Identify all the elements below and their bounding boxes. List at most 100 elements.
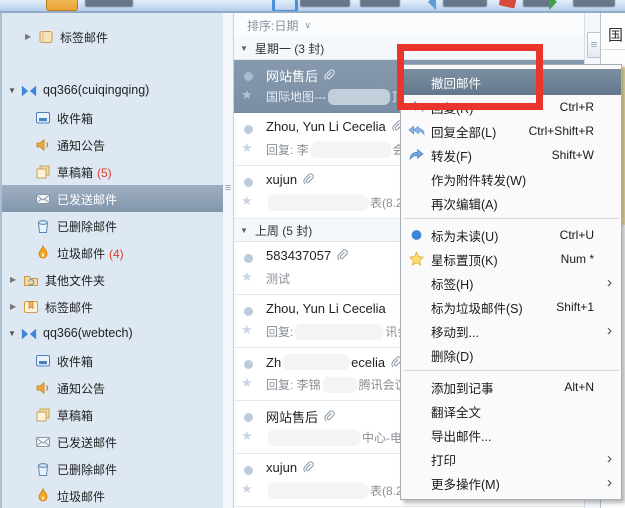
sidebar-item-qq366(cuiqingqing)[interactable]: ▼ qq366(cuiqingqing) (2, 77, 225, 104)
splitter-grip-icon: ≡ (591, 40, 597, 51)
sidebar-item-标签邮件[interactable]: ▶标签邮件 (2, 293, 225, 320)
menu-item-标为垃圾邮件(S)[interactable]: 标为垃圾邮件(S)Shift+1 (401, 295, 621, 319)
unread-dot-icon[interactable] (244, 72, 253, 81)
menu-item-label: 转发(F) (431, 146, 472, 165)
star-icon[interactable]: ★ (241, 429, 253, 442)
splitter-handle[interactable]: ≡ (587, 32, 601, 58)
sidebar-item-通知公告[interactable]: 通知公告 (2, 131, 225, 158)
unread-dot-icon[interactable] (244, 466, 253, 475)
mail-sender: 583437057 (266, 248, 331, 263)
menu-item-添加到记事[interactable]: 添加到记事Alt+N (401, 375, 621, 399)
submenu-arrow-icon: › (607, 474, 612, 491)
fetch-mail-icon[interactable] (272, 0, 298, 13)
menu-item-label: 移动到... (431, 322, 479, 341)
sidebar-item-label: 已删除邮件 (57, 218, 117, 235)
splitter-grip-icon[interactable]: ≡ (223, 183, 233, 194)
collapse-triangle-icon[interactable]: ▼ (240, 226, 248, 235)
mail-subject: 回复: 李 (266, 141, 309, 158)
unread-count-badge: (5) (97, 166, 112, 180)
chevron-down-icon: ∨ (304, 20, 311, 31)
trash-icon (35, 218, 51, 234)
unread-dot-icon[interactable] (244, 125, 253, 134)
compose-icon[interactable] (46, 0, 78, 11)
menu-item-label: 导出邮件... (431, 426, 491, 445)
inbox-icon (35, 353, 51, 369)
menu-item-删除(D)[interactable]: 删除(D) (401, 343, 621, 367)
mail-client-window: ▶标签邮件▼qq366(cuiqingqing)收件箱通知公告草稿箱(5)已发送… (0, 0, 625, 508)
star-icon[interactable]: ★ (241, 376, 253, 389)
mail-sender: 网站售后 (266, 407, 318, 426)
mail-sender: Zhou, Yun Li Cecelia (266, 301, 386, 316)
chevron-right-icon[interactable]: ▶ (10, 302, 16, 311)
sidebar-item-已删除邮件[interactable]: 已删除邮件 (2, 455, 225, 482)
sidebar-item-已发送邮件[interactable]: 已发送邮件 (2, 428, 225, 455)
menu-item-转发(F)[interactable]: 转发(F)Shift+W (401, 143, 621, 167)
unread-dot-icon[interactable] (244, 178, 253, 187)
sort-bar[interactable]: 排序:日期 ∨ (234, 13, 585, 37)
spam-icon (35, 488, 51, 504)
reply-all-icon (408, 123, 425, 140)
chevron-down-icon[interactable]: ▼ (8, 329, 16, 338)
menu-item-label: 更多操作(M) (431, 474, 500, 493)
unread-dot-icon[interactable] (244, 307, 253, 316)
unread-dot-icon (408, 227, 425, 244)
forward-toolbar-icon[interactable] (549, 0, 565, 10)
mail-sender: Zhou, Yun Li Cecelia (266, 119, 386, 134)
menu-item-作为附件转发(W)[interactable]: 作为附件转发(W) (401, 167, 621, 191)
menu-item-移动到...[interactable]: 移动到...› (401, 319, 621, 343)
star-icon[interactable]: ★ (241, 482, 253, 495)
mail-subject: 回复: 李锦 (266, 376, 321, 393)
sidebar-item-label: 通知公告 (57, 380, 105, 397)
attachment-clip-icon (323, 69, 335, 82)
unread-dot-icon[interactable] (244, 254, 253, 263)
star-icon[interactable]: ★ (241, 270, 253, 283)
menu-item-标为未读(U)[interactable]: 标为未读(U)Ctrl+U (401, 223, 621, 247)
account-icon (21, 326, 37, 342)
sidebar-item-通知公告[interactable]: 通知公告 (2, 374, 225, 401)
menu-item-翻译全文[interactable]: 翻译全文 (401, 399, 621, 423)
sidebar-item-收件箱[interactable]: 收件箱 (2, 347, 225, 374)
star-icon[interactable]: ★ (241, 88, 253, 101)
sidebar-item-标签邮件[interactable]: ▶标签邮件 (2, 23, 225, 50)
menu-item-更多操作(M)[interactable]: 更多操作(M) › (401, 471, 621, 495)
sidebar-item-草稿箱[interactable]: 草稿箱 (2, 401, 225, 428)
sidebar-item-收件箱[interactable]: 收件箱 (2, 104, 225, 131)
sidebar-item-其他文件夹[interactable]: ▶其他文件夹 (2, 266, 225, 293)
menu-item-导出邮件...[interactable]: 导出邮件... (401, 423, 621, 447)
sidebar-item-qq366(webtech)[interactable]: ▼qq366(webtech) (2, 320, 225, 347)
redacted-region (283, 354, 349, 370)
chevron-right-icon[interactable]: ▶ (25, 32, 31, 41)
menu-item-星标置顶(K)[interactable]: 星标置顶(K)Num * (401, 247, 621, 271)
menu-item-标签(H)[interactable]: 标签(H)› (401, 271, 621, 295)
sidebar-item-已删除邮件[interactable]: 已删除邮件 (2, 212, 225, 239)
label-box-icon (23, 299, 39, 315)
star-icon[interactable]: ★ (241, 194, 253, 207)
menu-item-打印[interactable]: 打印› (401, 447, 621, 471)
reply-toolbar-icon[interactable] (420, 0, 436, 10)
sidebar-item-已发送邮件[interactable]: 已发送邮件 (2, 185, 225, 212)
sidebar-item-垃圾邮件[interactable]: 垃圾邮件 (2, 482, 225, 508)
chevron-down-icon[interactable]: ▼ (8, 86, 16, 95)
mail-subject: 国际地图--- (266, 88, 326, 105)
sidebar-item-草稿箱[interactable]: 草稿箱(5) (2, 158, 225, 185)
menu-item-shortcut: Num * (561, 252, 594, 266)
attachment-clip-icon (302, 461, 314, 474)
menu-item-再次编辑(A)[interactable]: 再次编辑(A) (401, 191, 621, 215)
sidebar-item-垃圾邮件[interactable]: 垃圾邮件(4) (2, 239, 225, 266)
delete-toolbar-icon[interactable] (499, 0, 518, 9)
sidebar-item-label: 通知公告 (57, 137, 105, 154)
unread-dot-icon[interactable] (244, 413, 253, 422)
collapse-triangle-icon[interactable]: ▼ (240, 44, 248, 53)
sent-icon (35, 191, 51, 207)
folder-sidebar: ▶标签邮件▼qq366(cuiqingqing)收件箱通知公告草稿箱(5)已发送… (0, 13, 225, 508)
menu-item-label: 标为垃圾邮件(S) (431, 298, 523, 317)
sidebar-item-label: qq366(cuiqingqing) (43, 83, 149, 97)
star-icon[interactable]: ★ (241, 141, 253, 154)
redacted-region (268, 430, 360, 446)
submenu-arrow-icon: › (607, 450, 612, 467)
menu-item-回复全部(L)[interactable]: 回复全部(L)Ctrl+Shift+R (401, 119, 621, 143)
chevron-right-icon[interactable]: ▶ (10, 275, 16, 284)
unread-dot-icon[interactable] (244, 360, 253, 369)
toolbar-label-fragment (360, 0, 400, 7)
star-icon[interactable]: ★ (241, 323, 253, 336)
